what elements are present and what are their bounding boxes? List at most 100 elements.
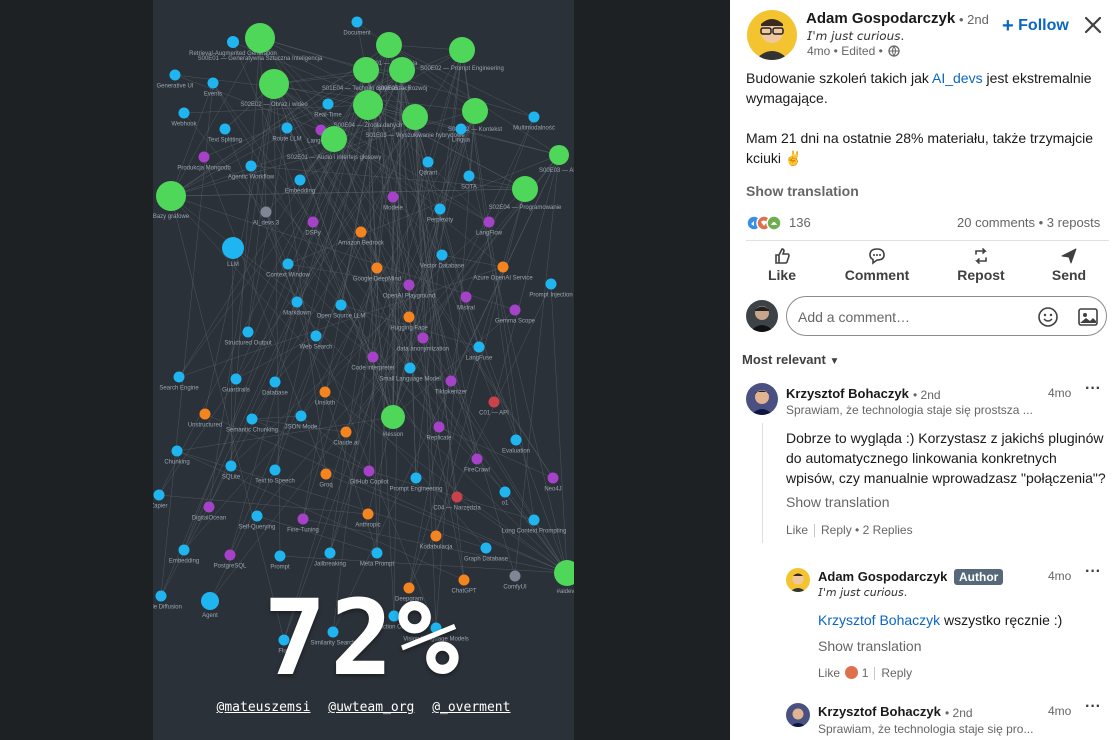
comment-input[interactable]: Add a comment… (786, 296, 1107, 336)
graph-node (403, 279, 415, 291)
reactions-count[interactable]: 136 (789, 215, 811, 230)
graph-node (362, 508, 374, 520)
graph-node (549, 145, 569, 165)
author-name[interactable]: Adam Gospodarczyk (806, 10, 955, 27)
graph-edge (158, 494, 369, 515)
reply-author-name[interactable]: Adam Gospodarczyk (818, 569, 947, 584)
graph-node-label: Zapier (153, 504, 168, 510)
graph-node-label: S01E03 — Wyszukiwanie hybrydowe (365, 133, 465, 139)
comment-placeholder: Add a comment… (798, 309, 911, 325)
like-label: Like (767, 267, 796, 283)
close-icon (1084, 16, 1102, 34)
comment-like-button[interactable]: Like (786, 523, 808, 537)
graph-node-label: S00E05 — Rozwój (377, 86, 427, 92)
close-button[interactable] (1082, 14, 1104, 41)
graph-node-label: Kodabulacja (419, 545, 453, 551)
graph-node-label: C04 — Narzędzia (433, 506, 481, 512)
reply-author-avatar[interactable] (786, 568, 810, 592)
graph-node-label: S00E02 — Prompt Engineering (420, 66, 504, 72)
knowledge-graph-image[interactable]: Document Retrieval-Augmented Generation S0… (153, 0, 574, 740)
graph-node (259, 69, 289, 99)
comment-button[interactable]: Comment (837, 246, 917, 283)
graph-node (203, 501, 215, 513)
handle-uwteam: @uwteam_org (328, 700, 415, 715)
graph-node-label: data anonymization (397, 347, 449, 353)
mention-link[interactable]: Krzysztof Bohaczyk (818, 612, 940, 628)
graph-node (225, 460, 237, 472)
graph-node (294, 174, 306, 186)
graph-node (242, 326, 254, 338)
progress-percent-overlay: 72% (263, 577, 464, 699)
graph-node (251, 510, 263, 522)
show-translation-comment[interactable]: Show translation (786, 494, 890, 510)
graph-node (245, 23, 275, 53)
reaction-icons[interactable] (746, 214, 788, 237)
comments-reposts-count[interactable]: 20 comments • 3 reposts (957, 215, 1100, 230)
comment-actions: Like Reply • 2 Replies (786, 523, 913, 538)
graph-edge (368, 470, 535, 521)
comment-more-button[interactable]: ··· (1085, 380, 1101, 398)
graph-node-label: Markdown (283, 311, 311, 317)
author-avatar[interactable] (747, 10, 797, 60)
graph-node-label: Text to Speech (255, 479, 295, 485)
graph-node-label: C01 — API (479, 411, 509, 417)
graph-node-label: S02E01 — Audio i interfejs głosowy (287, 155, 382, 161)
graph-node (340, 426, 352, 438)
repost-button[interactable]: Repost (941, 246, 1021, 283)
graph-node (353, 90, 383, 120)
graph-node (371, 262, 383, 274)
commenter-avatar[interactable] (746, 383, 778, 415)
reply-like-count[interactable]: 1 (862, 666, 869, 680)
graph-edge (333, 138, 490, 223)
graph-node (178, 544, 190, 556)
author-photo-icon (755, 19, 789, 60)
reply-like-button[interactable]: Like (818, 666, 840, 680)
graph-edge (229, 116, 416, 556)
like-button[interactable]: Like (742, 246, 822, 283)
graph-node (269, 376, 281, 388)
graph-node (371, 547, 383, 559)
graph-node-label: Jailbreaking (314, 562, 346, 568)
reply2-author-avatar[interactable] (786, 703, 810, 727)
graph-edge (259, 37, 267, 213)
post-text: Budowanie szkoleń takich jak AI_devs jes… (746, 68, 1108, 108)
graph-node-label: Events (204, 92, 222, 98)
reply-time: 4mo (1048, 569, 1072, 583)
sort-dropdown[interactable]: Most relevant ▼ (742, 352, 839, 367)
comment-icon (869, 248, 885, 265)
show-translation-post[interactable]: Show translation (746, 183, 859, 199)
follow-button[interactable]: + Follow (1002, 15, 1069, 38)
graph-node (497, 261, 509, 273)
graph-node (307, 216, 319, 228)
reply2-more-button[interactable]: ··· (1085, 698, 1101, 716)
comment-reply-button[interactable]: Reply (821, 523, 852, 537)
graph-node (171, 445, 183, 457)
graph-node-label: Meta Prompt (360, 562, 395, 568)
graph-node (455, 123, 467, 135)
handle-mateuszemsi: @mateuszemsi (216, 700, 311, 715)
reply-more-button[interactable]: ··· (1085, 563, 1101, 581)
reply-reply-button[interactable]: Reply (881, 666, 912, 680)
reply2-headline: Sprawiam, że technologia staje się pro..… (818, 722, 1034, 736)
reply2-author-name[interactable]: Krzysztof Bohaczyk (818, 704, 941, 719)
image-icon[interactable] (1077, 306, 1099, 328)
reply-text-body: wszystko ręcznie :) (940, 612, 1063, 628)
comment-label: Comment (844, 267, 910, 283)
graph-node (246, 413, 258, 425)
graph-node (376, 32, 402, 58)
aidevs-link[interactable]: AI_devs (932, 70, 983, 86)
send-button[interactable]: Send (1029, 246, 1109, 283)
commenter-name[interactable]: Krzysztof Bohaczyk (786, 386, 909, 401)
graph-node (222, 237, 244, 259)
graph-node-label: Perplexity (427, 218, 453, 224)
graph-node (224, 549, 236, 561)
graph-node-label: Real-Time (314, 113, 342, 119)
graph-node-label: Evaluation (502, 449, 530, 455)
show-translation-reply[interactable]: Show translation (818, 638, 922, 654)
sort-label: Most relevant (742, 352, 826, 367)
emoji-icon[interactable] (1037, 306, 1059, 328)
graph-node-label: Prompt Engineering (389, 487, 442, 493)
comment-replies-count[interactable]: • 2 Replies (855, 523, 913, 537)
graph-node-label: Prompt Injection (529, 293, 572, 299)
graph-node (480, 542, 492, 554)
